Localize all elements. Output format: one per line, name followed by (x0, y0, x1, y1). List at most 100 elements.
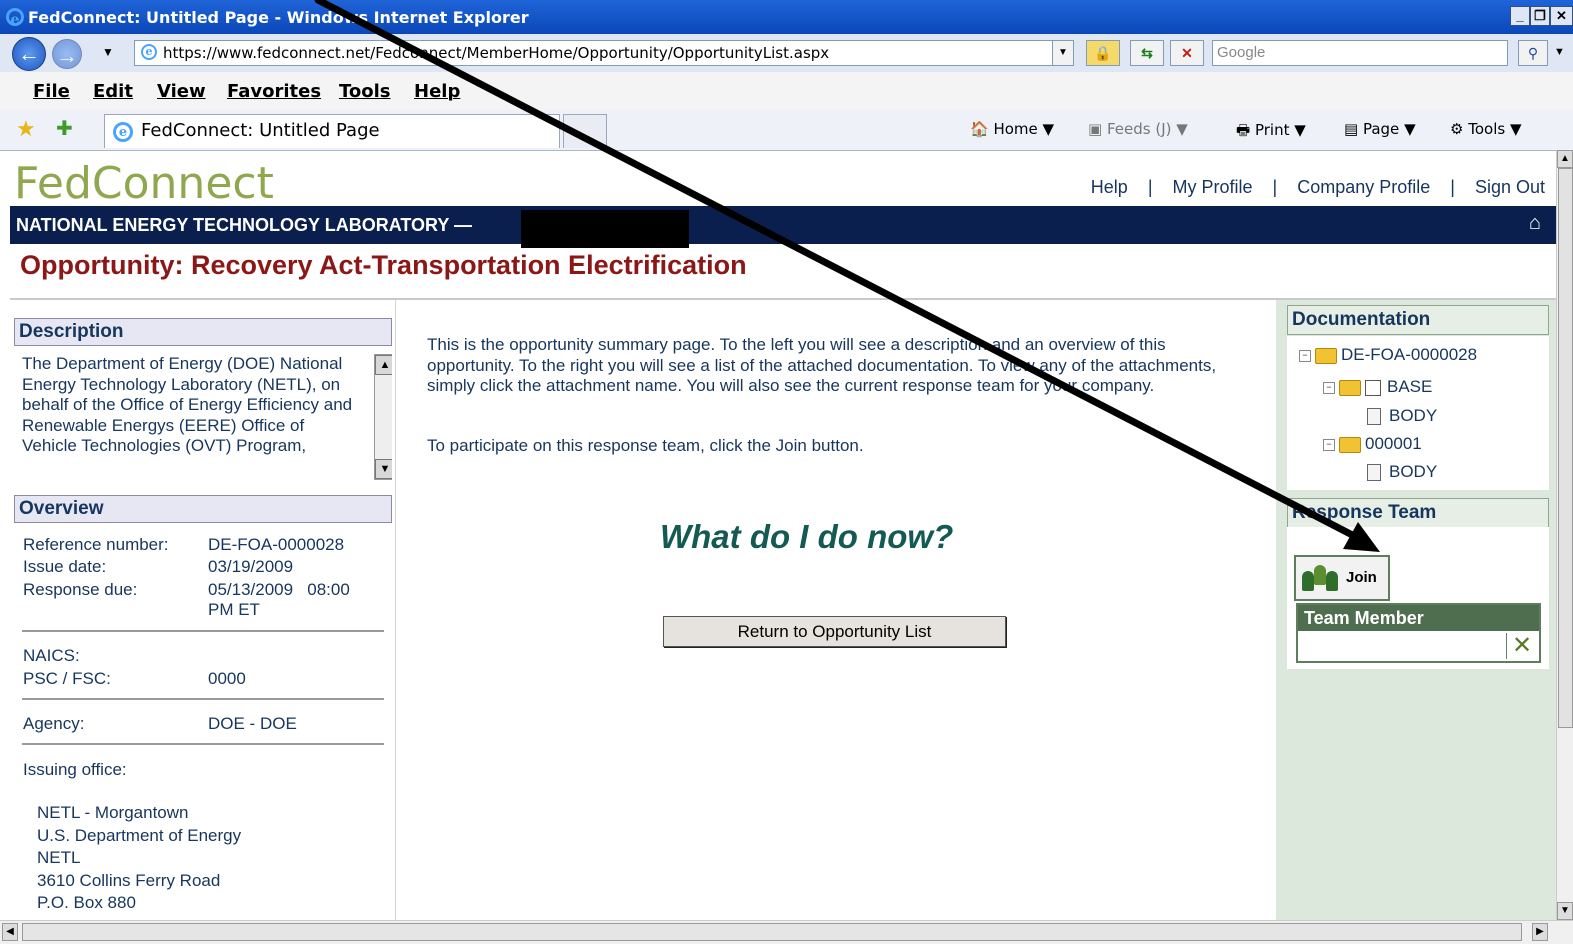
office-line: U.S. Department of Energy (37, 826, 242, 845)
horizontal-scroll-thumb[interactable] (22, 923, 1522, 941)
forward-arrow-icon[interactable]: → (52, 39, 82, 69)
menu-tools[interactable]: Tools (339, 81, 391, 102)
documentation-header: Documentation (1287, 305, 1549, 335)
description-box: The Department of Energy (DOE) National … (14, 348, 392, 488)
help-link[interactable]: Help (1091, 177, 1128, 197)
home-icon: 🏠 (970, 120, 989, 138)
tree-leaf-label[interactable]: BODY (1389, 462, 1437, 481)
refresh-icon[interactable]: ⇆ (1130, 40, 1164, 66)
tree-leaf-label[interactable]: BODY (1389, 406, 1437, 425)
add-favorite-icon[interactable]: ✚ (56, 116, 73, 141)
what-do-i-do-heading: What do I do now? (660, 518, 954, 555)
tree-root[interactable]: − DE-FOA-0000028 (1299, 345, 1477, 365)
url-text: https://www.fedconnect.net/Fedconnect/Me… (163, 44, 830, 62)
feeds-button[interactable]: ▣ Feeds (J) ▼ (1088, 120, 1188, 138)
return-to-opportunity-list-button[interactable]: Return to Opportunity List (663, 616, 1006, 647)
description-header: Description (14, 318, 392, 346)
remove-x-icon[interactable]: ✕ (1506, 633, 1537, 659)
search-placeholder: Google (1217, 44, 1266, 61)
print-button[interactable]: 🖶 Print ▼ (1236, 120, 1306, 145)
home-label: Home (993, 120, 1038, 138)
scroll-up-icon[interactable]: ▲ (375, 355, 392, 375)
tree-node-label: BASE (1387, 377, 1433, 396)
column-divider (395, 300, 396, 920)
stop-icon[interactable]: ✕ (1170, 40, 1204, 66)
reference-label: Reference number: (23, 535, 169, 554)
document-icon (1367, 464, 1381, 482)
team-icon (1302, 563, 1342, 593)
recent-pages-dropdown[interactable]: ▼ (102, 45, 114, 59)
star-icon[interactable]: ★ (16, 116, 36, 142)
collapse-icon[interactable]: − (1323, 438, 1335, 451)
page-icon: e (141, 44, 157, 60)
collapse-icon[interactable]: − (1299, 349, 1311, 362)
top-links: Help | My Profile | Company Profile | Sign Out (1090, 177, 1545, 197)
description-scrollbar[interactable]: ▲ ▼ (374, 354, 392, 480)
window-title: FedConnect: Untitled Page - Windows Inte… (28, 8, 529, 27)
ie-icon: e (6, 8, 24, 28)
tree-node-000001[interactable]: − 000001 (1323, 434, 1422, 454)
sign-out-link[interactable]: Sign Out (1475, 177, 1545, 197)
psc-value: 0000 (208, 669, 246, 688)
office-line: NETL - Morgantown (37, 803, 189, 822)
search-icon[interactable]: ⚲ (1518, 40, 1548, 66)
tree-node-label: 000001 (1365, 434, 1422, 453)
office-line: P.O. Box 880 (37, 893, 136, 912)
feeds-label: Feeds (J) (1106, 120, 1172, 138)
tree-node-base[interactable]: − BASE (1323, 377, 1432, 397)
response-due-value-2: PM ET (208, 600, 260, 619)
tree-leaf-body[interactable]: BODY (1367, 406, 1437, 426)
menu-favorites[interactable]: Favorites (227, 81, 321, 102)
response-due-value: 05/13/2009 08:00 (208, 580, 350, 599)
scroll-up-icon[interactable]: ▲ (1557, 150, 1573, 168)
vertical-scroll-thumb[interactable] (1558, 168, 1573, 728)
search-options-dropdown[interactable]: ▼ (1554, 46, 1565, 58)
naics-label: NAICS: (23, 646, 80, 665)
minimize-button[interactable]: _ (1510, 6, 1530, 26)
scroll-down-icon[interactable]: ▼ (1557, 902, 1573, 920)
horizontal-scrollbar[interactable]: ◀ ▶ (0, 920, 1573, 944)
scroll-down-icon[interactable]: ▼ (375, 459, 392, 479)
folder-icon (1315, 347, 1337, 364)
address-input[interactable]: e https://www.fedconnect.net/Fedconnect/… (134, 40, 1074, 66)
team-member-table: Team Member ✕ (1296, 603, 1541, 663)
tools-menu-button[interactable]: ⚙ Tools ▼ (1450, 120, 1522, 138)
folder-icon (1339, 379, 1361, 396)
company-profile-link[interactable]: Company Profile (1297, 177, 1430, 197)
lock-icon[interactable]: 🔒 (1086, 40, 1120, 66)
join-button[interactable]: Join (1294, 555, 1390, 601)
menu-help[interactable]: Help (414, 81, 460, 102)
address-dropdown[interactable]: ▼ (1052, 40, 1074, 66)
agency-bar: NATIONAL ENERGY TECHNOLOGY LABORATORY — (10, 206, 1558, 244)
home-button[interactable]: 🏠 Home ▼ (970, 120, 1054, 138)
search-input[interactable]: Google (1212, 40, 1508, 66)
tree-leaf-body[interactable]: BODY (1367, 462, 1437, 482)
menu-edit[interactable]: Edit (93, 81, 133, 102)
scroll-right-icon[interactable]: ▶ (1532, 923, 1548, 941)
new-tab-button[interactable] (563, 114, 607, 148)
base-checkbox[interactable] (1365, 379, 1381, 396)
menu-file[interactable]: File (33, 81, 70, 102)
print-label: Print (1254, 121, 1290, 139)
documentation-tree: − DE-FOA-0000028 − BASE BODY − 000001 BODY (1287, 336, 1549, 490)
restore-button[interactable]: ❐ (1530, 6, 1550, 26)
tab-title: FedConnect: Untitled Page (141, 120, 380, 141)
home-icon[interactable]: ⌂ (1529, 212, 1541, 235)
team-member-column-header: Team Member (1298, 605, 1539, 631)
overview-divider (22, 743, 384, 745)
page-menu-button[interactable]: ▤ Page ▼ (1344, 120, 1416, 138)
my-profile-link[interactable]: My Profile (1173, 177, 1253, 197)
join-label: Join (1346, 569, 1377, 586)
close-window-button[interactable]: ✕ (1550, 6, 1573, 26)
back-arrow-icon[interactable]: ← (12, 37, 46, 71)
scroll-left-icon[interactable]: ◀ (2, 923, 18, 941)
vertical-scrollbar[interactable]: ▲ ▼ (1556, 150, 1573, 920)
response-due-label: Response due: (23, 580, 138, 599)
agency-label: Agency: (23, 714, 85, 733)
tab-fedconnect[interactable]: e FedConnect: Untitled Page (104, 114, 560, 148)
menu-bar: File Edit View Favorites Tools Help (0, 72, 1573, 111)
redaction-block (521, 210, 689, 248)
psc-label: PSC / FSC: (23, 669, 111, 688)
menu-view[interactable]: View (157, 81, 206, 102)
collapse-icon[interactable]: − (1323, 381, 1335, 394)
